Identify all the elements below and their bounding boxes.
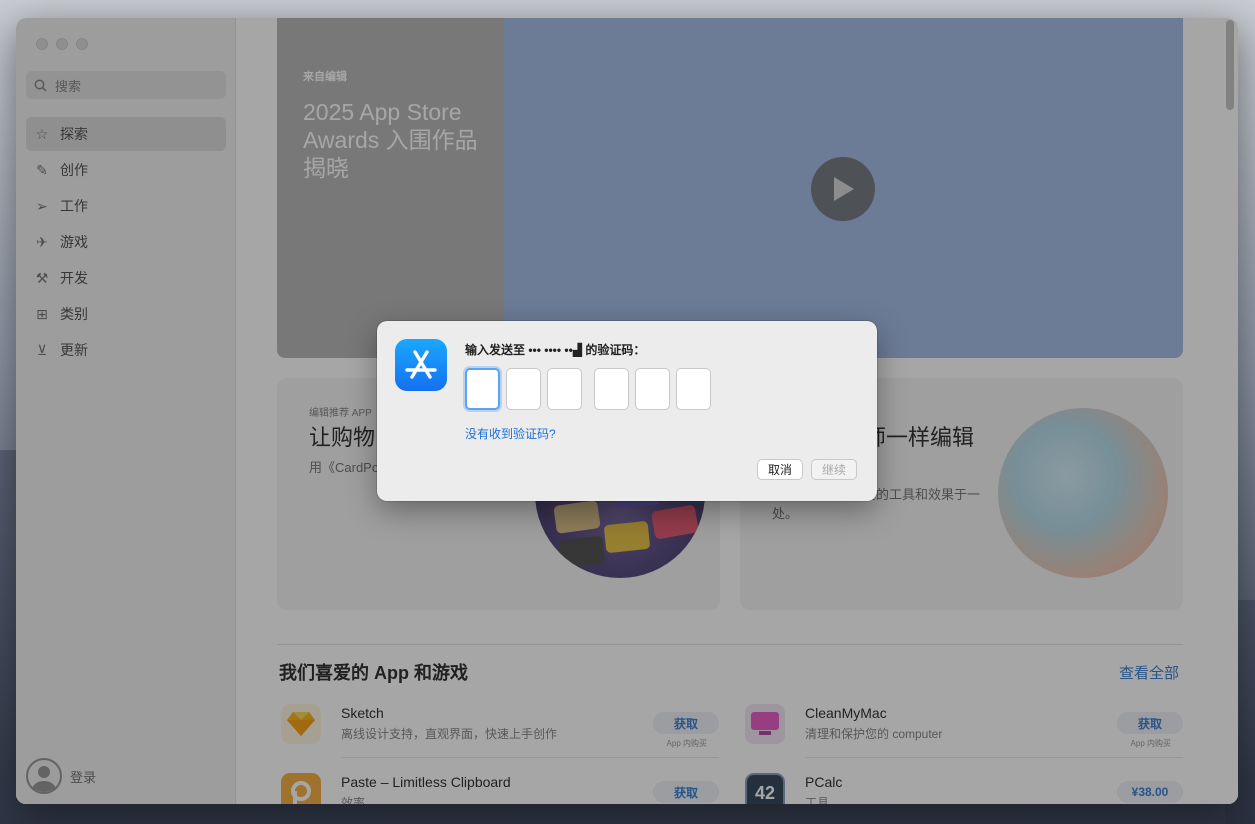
code-digit-input[interactable] [676,368,711,410]
code-digit-input[interactable] [635,368,670,410]
code-digit-input[interactable] [506,368,541,410]
app-store-icon [395,339,447,391]
dialog-title: 输入发送至 ••• •••• ••▟ 的验证码： [465,343,646,357]
code-digit-input[interactable] [465,368,500,410]
continue-button[interactable]: 继续 [810,459,857,480]
verification-code-dialog: 输入发送至 ••• •••• ••▟ 的验证码： 没有收到验证码? 取消 继续 [377,321,877,501]
code-digit-input[interactable] [547,368,582,410]
verification-code-inputs [465,368,717,410]
dialog-buttons: 取消 继续 [756,459,857,480]
code-digit-input[interactable] [594,368,629,410]
cancel-button[interactable]: 取消 [756,459,803,480]
resend-code-link[interactable]: 没有收到验证码? [465,425,556,442]
